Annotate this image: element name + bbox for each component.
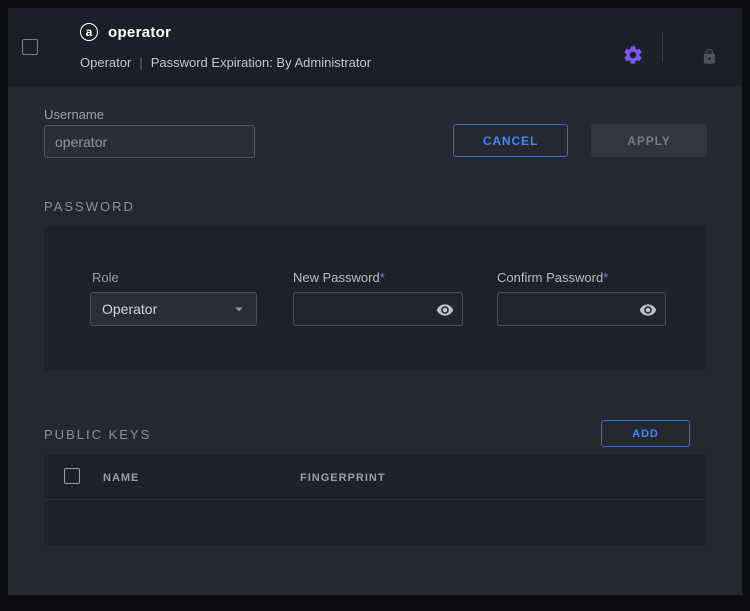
confirm-password-input[interactable] bbox=[498, 293, 633, 325]
new-password-field-wrap bbox=[293, 292, 463, 326]
eye-icon bbox=[436, 301, 454, 319]
public-keys-section-heading: PUBLIC KEYS bbox=[44, 427, 151, 442]
user-role-text: Operator bbox=[80, 55, 131, 70]
user-edit-panel: Username CANCEL APPLY PASSWORD Role Oper… bbox=[8, 86, 742, 595]
column-header-fingerprint: FINGERPRINT bbox=[300, 472, 386, 484]
user-avatar-icon: a bbox=[80, 23, 98, 41]
password-section: Role Operator New Password* Confir bbox=[44, 226, 706, 370]
toggle-confirm-password-visibility-button[interactable] bbox=[637, 300, 659, 320]
confirm-password-field-wrap bbox=[497, 292, 666, 326]
gear-icon bbox=[622, 44, 644, 66]
chevron-down-icon bbox=[230, 300, 248, 318]
column-header-name: NAME bbox=[103, 472, 139, 484]
password-section-heading: PASSWORD bbox=[44, 199, 135, 214]
toggle-new-password-visibility-button[interactable] bbox=[434, 300, 456, 320]
cancel-button[interactable]: CANCEL bbox=[453, 124, 568, 157]
app-frame: a operator Operator | Password Expiratio… bbox=[0, 0, 750, 611]
add-public-key-button[interactable]: ADD bbox=[601, 420, 690, 447]
role-select[interactable]: Operator bbox=[90, 292, 257, 326]
lock-status bbox=[697, 44, 721, 68]
required-asterisk: * bbox=[380, 270, 385, 285]
role-label: Role bbox=[92, 270, 119, 285]
user-header: a operator Operator | Password Expiratio… bbox=[8, 8, 742, 86]
subtitle-separator: | bbox=[139, 55, 142, 70]
password-expiration-text: Password Expiration: By Administrator bbox=[151, 55, 371, 70]
settings-button[interactable] bbox=[621, 43, 645, 67]
eye-icon bbox=[639, 301, 657, 319]
username-input[interactable] bbox=[44, 125, 255, 158]
new-password-input[interactable] bbox=[294, 293, 430, 325]
new-password-label: New Password* bbox=[293, 270, 385, 285]
select-user-checkbox[interactable] bbox=[22, 39, 38, 55]
role-selected-value: Operator bbox=[102, 301, 157, 317]
public-keys-empty-row bbox=[44, 501, 706, 545]
username-label: Username bbox=[44, 107, 104, 122]
user-subtitle: Operator | Password Expiration: By Admin… bbox=[80, 55, 371, 70]
public-keys-table: NAME FINGERPRINT bbox=[44, 455, 706, 545]
user-title: operator bbox=[108, 24, 171, 41]
select-all-keys-checkbox[interactable] bbox=[64, 468, 80, 484]
confirm-password-label: Confirm Password* bbox=[497, 270, 608, 285]
required-asterisk: * bbox=[603, 270, 608, 285]
public-keys-table-header: NAME FINGERPRINT bbox=[44, 455, 706, 500]
header-divider bbox=[662, 32, 663, 62]
lock-icon bbox=[701, 48, 718, 65]
apply-button[interactable]: APPLY bbox=[591, 124, 707, 157]
